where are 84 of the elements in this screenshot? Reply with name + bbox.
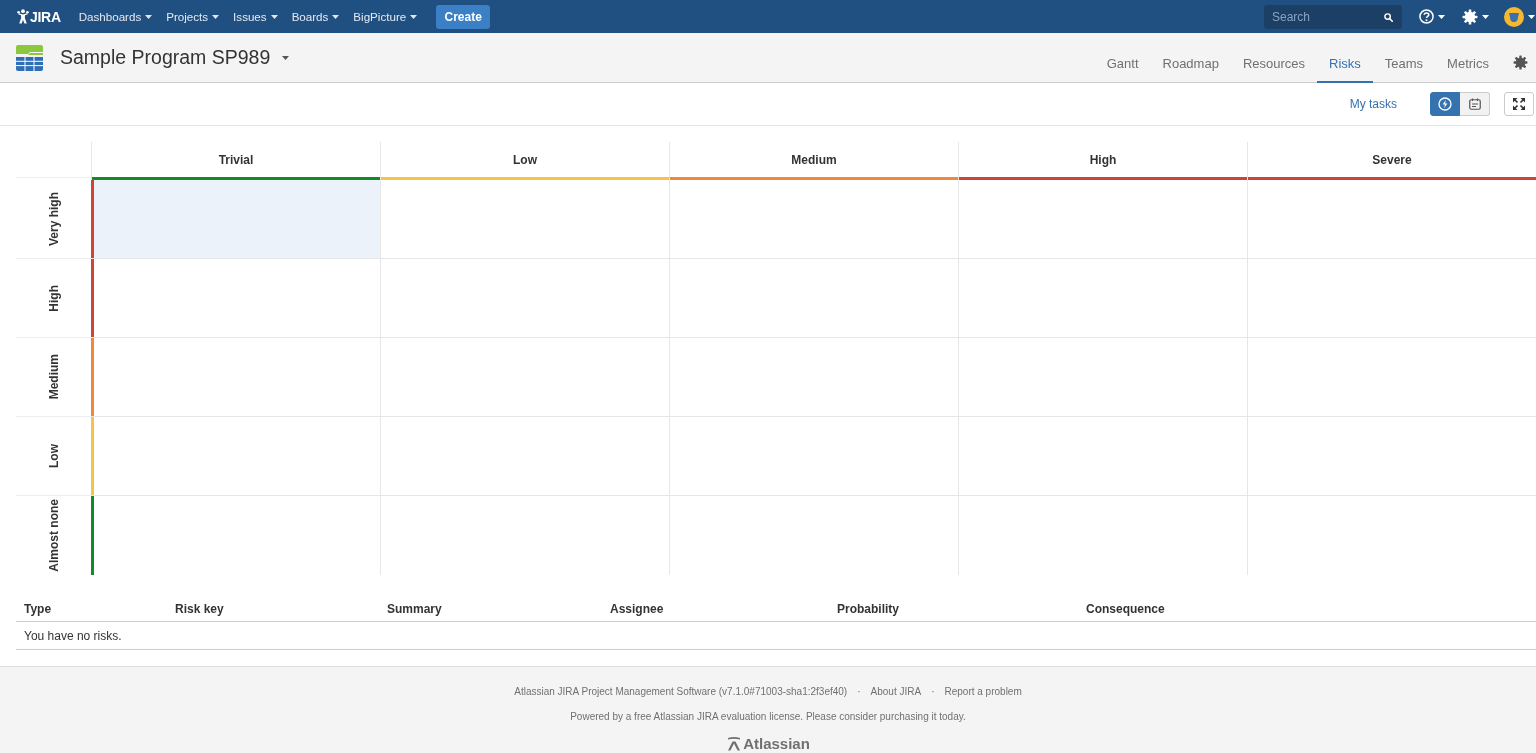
probability-row-label: High: [46, 284, 61, 312]
caret-icon: [332, 14, 340, 19]
footer-link[interactable]: Report a problem: [944, 685, 1022, 697]
table-column-header: Type: [23, 601, 53, 616]
matrix-cell[interactable]: [1247, 259, 1536, 338]
matrix-cell[interactable]: [380, 259, 669, 338]
impact-column-header: High: [1089, 152, 1117, 167]
matrix-cell[interactable]: [1247, 417, 1536, 496]
matrix-cell[interactable]: [1247, 338, 1536, 417]
caret-icon[interactable]: [282, 55, 290, 60]
matrix-cell[interactable]: [669, 338, 958, 417]
probability-row-label: Medium: [46, 354, 61, 400]
matrix-cell[interactable]: [669, 417, 958, 496]
view-tab[interactable]: Resources: [1230, 46, 1318, 83]
fullscreen-button[interactable]: [1504, 92, 1534, 116]
table-column-header: Probability: [836, 601, 900, 616]
matrix-cell[interactable]: [958, 338, 1247, 417]
logo-icon[interactable]: [17, 9, 29, 24]
calendar-icon: [1468, 98, 1481, 110]
caret-icon: [1438, 14, 1445, 19]
caret-icon: [1528, 14, 1535, 19]
matrix-cell[interactable]: [91, 259, 380, 338]
avatar-icon: [1504, 6, 1524, 27]
settings-icon: [1513, 55, 1528, 70]
settings-icon: [1462, 8, 1478, 25]
nav-menu[interactable]: BigPicture: [346, 4, 425, 29]
view-tab[interactable]: Teams: [1372, 46, 1436, 83]
logo-text[interactable]: JIRA: [30, 8, 61, 25]
caret-icon: [145, 14, 153, 19]
probability-row-label: Very high: [46, 192, 61, 246]
impact-column-header: Low: [513, 152, 537, 167]
matrix-cell[interactable]: [380, 417, 669, 496]
nav-menu[interactable]: Dashboards: [71, 4, 160, 29]
create-button[interactable]: Create: [436, 4, 491, 29]
view-tab[interactable]: Roadmap: [1150, 46, 1231, 83]
nav-menu[interactable]: Boards: [284, 4, 347, 29]
table-column-header: Assignee: [609, 601, 665, 616]
caret-icon: [410, 14, 418, 19]
nav-menu[interactable]: Projects: [159, 4, 227, 29]
matrix-cell[interactable]: [91, 180, 380, 259]
matrix-cell[interactable]: [669, 180, 958, 259]
matrix-cell[interactable]: [958, 180, 1247, 259]
impact-column-header: Trivial: [218, 152, 254, 167]
caret-icon: [270, 14, 278, 19]
table-column-header: Summary: [386, 601, 443, 616]
matrix-cell[interactable]: [669, 259, 958, 338]
separator-dot: ·: [857, 685, 861, 697]
footer-link[interactable]: About JIRA: [870, 685, 922, 697]
nav-menu[interactable]: Issues: [226, 4, 285, 29]
settings-button[interactable]: [1513, 55, 1528, 70]
matrix-cell[interactable]: [380, 180, 669, 259]
table-column-header: Consequence: [1085, 601, 1166, 616]
logo-icon: [726, 736, 743, 751]
program-title: Sample Program SP989: [60, 46, 271, 69]
impact-column-header: Severe: [1372, 152, 1412, 167]
version-text: Atlassian JIRA Project Management Software (v7.1.0#71003-sha1:2f3ef40): [514, 685, 848, 697]
view-tab[interactable]: Gantt: [1094, 46, 1151, 83]
search-field[interactable]: Search: [1264, 4, 1402, 29]
my-tasks-link[interactable]: My tasks: [1349, 97, 1397, 111]
matrix-cell[interactable]: [380, 338, 669, 417]
empty-message: You have no risks.: [24, 628, 122, 643]
license-text: Powered by a free Atlassian JIRA evaluation license. Please consider purchasing it today.: [570, 710, 966, 722]
matrix-cell[interactable]: [958, 417, 1247, 496]
table-column-header: Risk key: [174, 601, 225, 616]
help-icon: [1419, 9, 1434, 24]
lightning-icon: [1438, 97, 1452, 111]
logo-text: Atlassian: [743, 735, 810, 752]
caret-icon: [212, 14, 220, 19]
view-tab[interactable]: Risks: [1317, 46, 1373, 83]
view-tab[interactable]: Metrics: [1435, 46, 1501, 83]
search-icon: [1384, 12, 1393, 22]
impact-column-header: Medium: [791, 152, 837, 167]
matrix-cell[interactable]: [1247, 180, 1536, 259]
matrix-cell[interactable]: [958, 259, 1247, 338]
program-icon: [16, 44, 43, 71]
matrix-cell[interactable]: [91, 338, 380, 417]
probability-row-label: Low: [46, 444, 61, 468]
probability-row-label: Almost none: [46, 499, 61, 572]
expand-icon: [1513, 98, 1525, 110]
view-toggle-button[interactable]: [1430, 92, 1460, 116]
profile-menu-button[interactable]: [1504, 4, 1536, 29]
separator-dot: ·: [931, 685, 935, 697]
caret-icon: [1482, 14, 1489, 19]
matrix-cell[interactable]: [91, 417, 380, 496]
